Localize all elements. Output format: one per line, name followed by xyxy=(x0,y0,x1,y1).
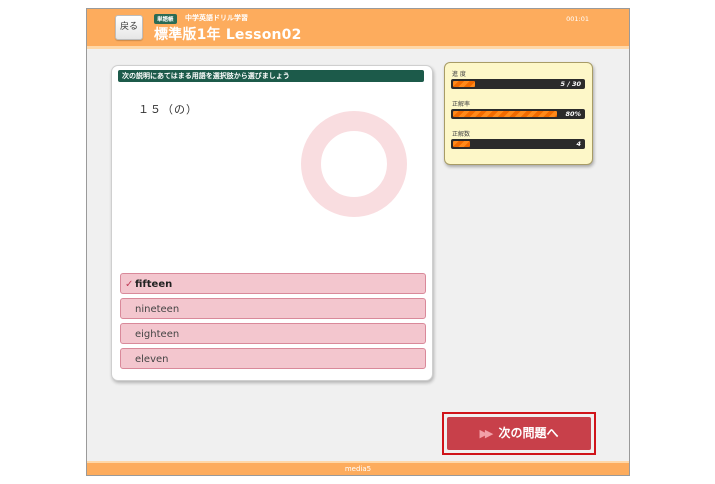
choice-eighteen[interactable]: eighteen xyxy=(120,323,426,344)
footer-logo: media5 xyxy=(344,465,372,473)
question-code: 001:01 xyxy=(566,15,589,23)
footer-bar: media5 xyxy=(87,461,629,475)
progress-value: 5 / 30 xyxy=(560,80,581,88)
next-button-label: 次の問題へ xyxy=(498,426,559,440)
next-button-frame: ▶▶ 次の問題へ xyxy=(442,412,596,455)
header-bar: 戻る 単語帳 中学英語ドリル学習 標準版1年 Lesson02 001:01 xyxy=(87,9,629,49)
choice-list: ✓ fifteen nineteen eighteen eleven xyxy=(120,273,426,373)
app-window: 戻る 単語帳 中学英語ドリル学習 標準版1年 Lesson02 001:01 次… xyxy=(86,8,630,476)
accuracy-fill xyxy=(453,111,557,117)
choice-label: eighteen xyxy=(135,329,180,340)
correct-fill xyxy=(453,141,471,147)
series-title: 中学英語ドリル学習 xyxy=(185,14,248,22)
correct-bar: 4 xyxy=(451,139,585,149)
answer-ring-icon xyxy=(301,111,407,217)
progress-label: 進 度 xyxy=(452,71,466,78)
stats-panel: 進 度 5 / 30 正解率 80% 正解数 4 xyxy=(444,62,593,165)
correct-label: 正解数 xyxy=(452,131,471,138)
accuracy-label: 正解率 xyxy=(452,101,471,108)
page-title: 標準版1年 Lesson02 xyxy=(154,27,302,43)
instruction-banner: 次の説明にあてはまる用語を選択肢から選びましょう xyxy=(118,70,424,82)
next-question-button[interactable]: ▶▶ 次の問題へ xyxy=(447,417,591,450)
wordbook-tag: 単語帳 xyxy=(154,14,177,24)
choice-label: nineteen xyxy=(135,304,180,315)
choice-nineteen[interactable]: nineteen xyxy=(120,298,426,319)
progress-fill xyxy=(453,81,475,87)
progress-bar: 5 / 30 xyxy=(451,79,585,89)
choice-fifteen[interactable]: ✓ fifteen xyxy=(120,273,426,294)
accuracy-value: 80% xyxy=(565,110,581,118)
question-card: 次の説明にあてはまる用語を選択肢から選びましょう １５（の） ✓ fifteen… xyxy=(111,65,433,381)
choice-label: eleven xyxy=(135,354,169,365)
double-arrow-icon: ▶▶ xyxy=(479,427,493,440)
correct-value: 4 xyxy=(576,140,581,148)
choice-eleven[interactable]: eleven xyxy=(120,348,426,369)
accuracy-bar: 80% xyxy=(451,109,585,119)
choice-label: fifteen xyxy=(135,279,173,290)
check-icon: ✓ xyxy=(125,279,134,290)
question-prompt: １５（の） xyxy=(138,103,198,116)
back-button[interactable]: 戻る xyxy=(115,15,143,40)
